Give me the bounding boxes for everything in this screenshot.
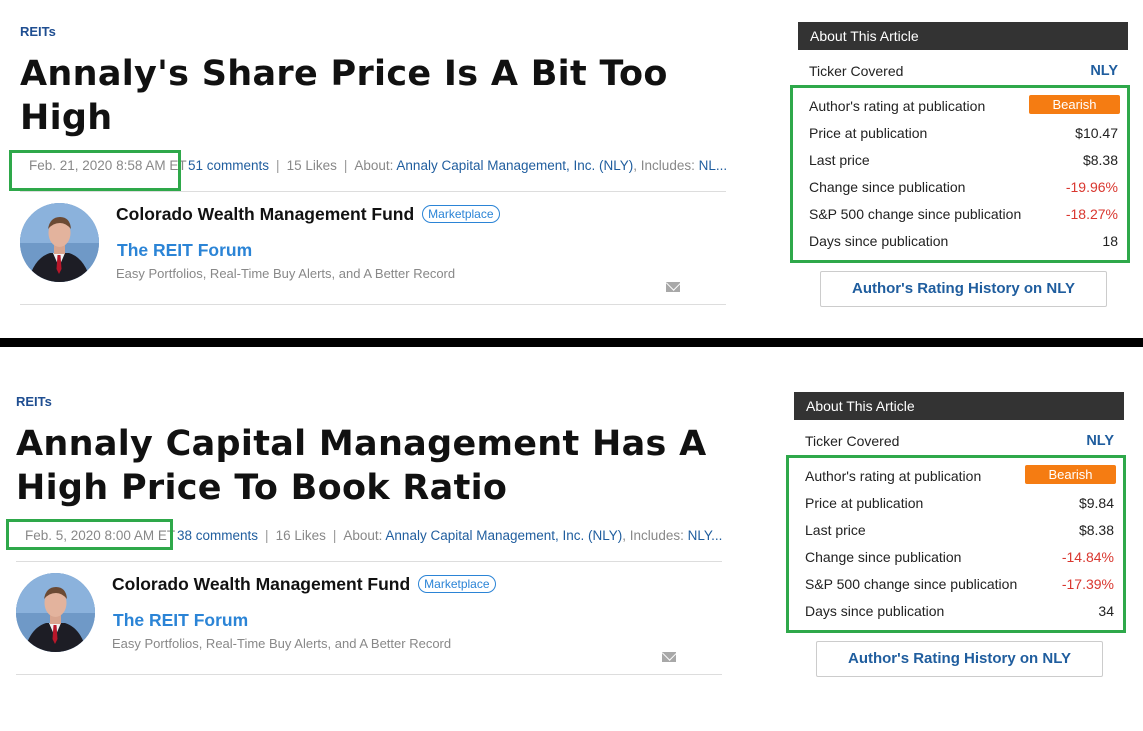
stat-row-last-price: Last price $8.38 [789, 516, 1123, 543]
includes-label: , Includes: [622, 528, 684, 543]
about-label: About: [343, 528, 383, 543]
includes-label: , Includes: [633, 158, 695, 173]
ticker-link[interactable]: NLY [1086, 433, 1114, 449]
author-block: Colorado Wealth Management Fund Marketpla… [16, 562, 722, 674]
stat-label: S&P 500 change since publication [805, 576, 1018, 592]
marketplace-badge[interactable]: Marketplace [422, 205, 500, 223]
stat-value: -18.27% [1065, 206, 1118, 222]
comments-link[interactable]: 38 comments [177, 528, 258, 543]
bearish-badge: Bearish [1029, 95, 1120, 114]
stat-row-days: Days since publication 18 [793, 227, 1127, 254]
stat-value: $8.38 [1082, 152, 1118, 168]
divider-line [20, 304, 726, 305]
meta-links: 38 comments | 16 Likes | About: Annaly Capit… [177, 528, 722, 543]
ticker-link[interactable]: NLY [1090, 63, 1118, 79]
category-link[interactable]: REITs [16, 394, 52, 409]
stat-row-price-at-publication: Price at publication $9.84 [789, 489, 1123, 516]
about-label: About: [354, 158, 394, 173]
stat-label: Last price [809, 152, 870, 168]
divider-line [16, 674, 722, 675]
rating-history-button[interactable]: Author's Rating History on NLY [820, 271, 1107, 307]
article-title: Annaly Capital Management Has A High Pri… [16, 424, 707, 508]
article-panel-1: REITs Annaly's Share Price Is A Bit Too … [0, 0, 1143, 340]
likes-count: 15 Likes [286, 158, 337, 173]
about-company-link[interactable]: Annaly Capital Management, Inc. (NLY) [385, 528, 622, 543]
author-name[interactable]: Colorado Wealth Management Fund Marketpla… [112, 574, 496, 595]
highlight-box-date [6, 519, 173, 550]
likes-count: 16 Likes [275, 528, 326, 543]
stat-row-last-price: Last price $8.38 [793, 146, 1127, 173]
stat-row-change: Change since publication -19.96% [793, 173, 1127, 200]
stat-label: Days since publication [809, 233, 949, 249]
author-name[interactable]: Colorado Wealth Management Fund Marketpla… [116, 204, 500, 225]
stat-label: Change since publication [809, 179, 966, 195]
marketplace-badge[interactable]: Marketplace [418, 575, 496, 593]
stat-value: -19.96% [1065, 179, 1118, 195]
avatar[interactable] [20, 203, 99, 282]
ticker-label: Ticker Covered [805, 433, 900, 449]
service-tagline: Easy Portfolios, Real-Time Buy Alerts, a… [116, 266, 456, 281]
includes-link[interactable]: NLY.... [688, 528, 722, 543]
rating-row: Author's rating at publication Bearish [793, 92, 1127, 119]
mail-icon[interactable] [666, 282, 680, 292]
rating-row: Author's rating at publication Bearish [789, 462, 1123, 489]
comments-link[interactable]: 51 comments [188, 158, 269, 173]
includes-link[interactable]: NL... [699, 158, 726, 173]
category-link[interactable]: REITs [20, 24, 56, 39]
stat-row-price-at-publication: Price at publication $10.47 [793, 119, 1127, 146]
about-header: About This Article [798, 22, 1128, 50]
stat-value: $9.84 [1078, 495, 1114, 511]
highlight-box-stats: Author's rating at publication Bearish P… [786, 455, 1126, 633]
service-link[interactable]: The REIT Forum [117, 240, 252, 261]
stat-label: Last price [805, 522, 866, 538]
about-header: About This Article [794, 392, 1124, 420]
stat-label: Change since publication [805, 549, 962, 565]
rating-history-button[interactable]: Author's Rating History on NLY [816, 641, 1103, 677]
stat-label: S&P 500 change since publication [809, 206, 1022, 222]
avatar[interactable] [16, 573, 95, 652]
mail-icon[interactable] [662, 652, 676, 662]
stat-row-days: Days since publication 34 [789, 597, 1123, 624]
service-link[interactable]: The REIT Forum [113, 610, 248, 631]
article-title: Annaly's Share Price Is A Bit Too High [20, 54, 668, 138]
stat-value: $8.38 [1078, 522, 1114, 538]
about-article-box: About This Article Ticker Covered NLY Au… [786, 392, 1126, 677]
stat-label: Price at publication [809, 125, 928, 141]
ticker-row: Ticker Covered NLY [798, 50, 1128, 84]
stat-label: Price at publication [805, 495, 924, 511]
stat-row-change: Change since publication -14.84% [789, 543, 1123, 570]
about-company-link[interactable]: Annaly Capital Management, Inc. (NLY) [396, 158, 633, 173]
about-article-box: About This Article Ticker Covered NLY Au… [790, 22, 1130, 307]
stat-label: Days since publication [805, 603, 945, 619]
stat-row-sp500-change: S&P 500 change since publication -17.39% [789, 570, 1123, 597]
service-tagline: Easy Portfolios, Real-Time Buy Alerts, a… [112, 636, 452, 651]
stat-value: 18 [1102, 233, 1118, 249]
stat-row-sp500-change: S&P 500 change since publication -18.27% [793, 200, 1127, 227]
meta-links: 51 comments | 15 Likes | About: Annaly Capit… [188, 158, 726, 173]
stat-value: -14.84% [1061, 549, 1114, 565]
bearish-badge: Bearish [1025, 465, 1116, 484]
highlight-box-stats: Author's rating at publication Bearish P… [790, 85, 1130, 263]
ticker-label: Ticker Covered [809, 63, 904, 79]
rating-label: Author's rating at publication [805, 468, 982, 484]
rating-label: Author's rating at publication [809, 98, 986, 114]
author-block: Colorado Wealth Management Fund Marketpla… [20, 192, 726, 304]
highlight-box-date [9, 150, 181, 191]
ticker-row: Ticker Covered NLY [794, 420, 1124, 454]
screenshot-divider [0, 338, 1143, 347]
stat-value: -17.39% [1061, 576, 1114, 592]
stat-value: $10.47 [1075, 125, 1118, 141]
article-panel-2: REITs Annaly Capital Management Has A Hi… [0, 347, 1143, 731]
stat-value: 34 [1098, 603, 1114, 619]
